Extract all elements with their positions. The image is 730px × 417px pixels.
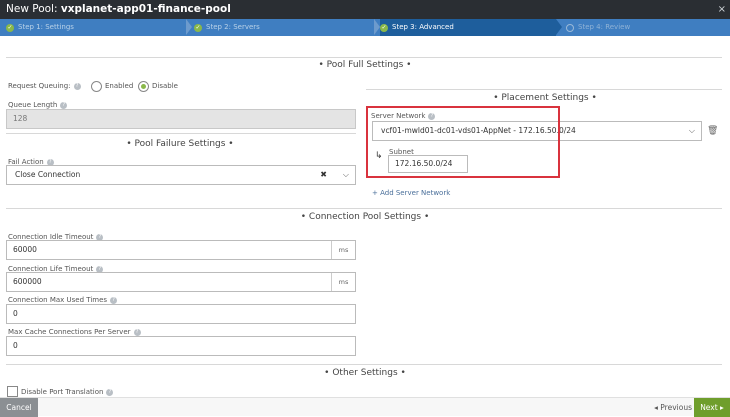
disable-port-translation-label: Disable Port Translation? — [21, 388, 114, 396]
request-queuing-label: Request Queuing:? — [8, 82, 81, 90]
disable-port-translation-checkbox[interactable] — [7, 386, 18, 397]
max-used-label: Connection Max Used Times? — [8, 296, 118, 304]
step-separator — [556, 19, 562, 35]
request-queuing-enabled-radio[interactable] — [91, 81, 102, 92]
info-icon[interactable]: ? — [60, 101, 68, 109]
section-title-pool-full: • Pool Full Settings • — [300, 60, 430, 70]
step-label: Step 2: Servers — [206, 23, 260, 31]
step-label: Step 3: Advanced — [392, 23, 454, 31]
max-cache-input[interactable]: 0 — [6, 336, 356, 356]
step-servers[interactable]: ✓ Step 2: Servers — [194, 19, 374, 36]
next-button[interactable]: Next ▸ — [694, 398, 730, 417]
check-icon: ✓ — [6, 23, 14, 32]
step-review[interactable]: Step 4: Review — [566, 19, 726, 36]
section-divider — [366, 89, 722, 90]
section-title-pool-failure: • Pool Failure Settings • — [120, 139, 240, 149]
idle-timeout-value: 60000 — [13, 245, 37, 254]
max-cache-label: Max Cache Connections Per Server? — [8, 328, 141, 336]
section-divider — [6, 57, 722, 58]
fail-action-select[interactable]: Close Connection ✖ ⌵ — [6, 165, 356, 185]
section-divider — [6, 364, 722, 365]
clear-icon[interactable]: ✖ — [320, 166, 327, 184]
info-icon[interactable]: ? — [73, 82, 81, 90]
info-icon[interactable]: ? — [133, 328, 141, 336]
radio-enabled-label: Enabled — [105, 82, 134, 90]
chevron-down-icon[interactable]: ⌵ — [343, 166, 349, 184]
pending-dot-icon — [566, 23, 574, 32]
window-title-name: vxplanet-app01-finance-pool — [60, 3, 231, 15]
section-title-other: • Other Settings • — [310, 368, 420, 378]
life-timeout-input[interactable]: 600000 ms — [6, 272, 356, 292]
highlight-box — [366, 106, 560, 178]
wizard-footer: Cancel ◂ Previous Next ▸ — [0, 397, 730, 417]
window-title-prefix: New Pool: — [6, 3, 61, 15]
add-server-network-link[interactable]: + Add Server Network — [372, 189, 450, 197]
section-title-placement: • Placement Settings • — [480, 93, 610, 103]
queue-length-input: 128 — [6, 109, 356, 129]
radio-disable-label: Disable — [152, 82, 178, 90]
cancel-button[interactable]: Cancel — [0, 398, 38, 417]
idle-timeout-unit: ms — [331, 241, 355, 259]
trash-icon[interactable]: 🗑 — [707, 126, 718, 136]
wizard-steps: ✓ Step 1: Settings ✓ Step 2: Servers ✓ S… — [0, 19, 730, 36]
previous-button[interactable]: ◂ Previous — [654, 398, 692, 417]
max-used-input[interactable]: 0 — [6, 304, 356, 324]
life-timeout-value: 600000 — [13, 277, 42, 286]
info-icon[interactable]: ? — [106, 388, 114, 396]
request-queuing-disable-radio[interactable] — [138, 81, 149, 92]
step-label: Step 4: Review — [578, 23, 631, 31]
step-advanced[interactable]: ✓ Step 3: Advanced — [380, 19, 556, 36]
window-titlebar: New Pool: vxplanet-app01-finance-pool × — [0, 0, 730, 19]
queue-length-label: Queue Length? — [8, 101, 68, 109]
close-icon[interactable]: × — [718, 0, 726, 19]
section-title-connection-pool: • Connection Pool Settings • — [290, 212, 440, 222]
check-icon: ✓ — [194, 23, 202, 32]
step-settings[interactable]: ✓ Step 1: Settings — [6, 19, 186, 36]
section-divider — [6, 208, 722, 209]
step-separator — [186, 19, 192, 35]
chevron-down-icon[interactable]: ⌵ — [689, 122, 695, 140]
info-icon[interactable]: ? — [110, 296, 118, 304]
check-icon: ✓ — [380, 23, 388, 32]
life-timeout-unit: ms — [331, 273, 355, 291]
fail-action-value: Close Connection — [15, 170, 81, 179]
idle-timeout-input[interactable]: 60000 ms — [6, 240, 356, 260]
step-label: Step 1: Settings — [18, 23, 74, 31]
section-divider — [6, 133, 356, 134]
